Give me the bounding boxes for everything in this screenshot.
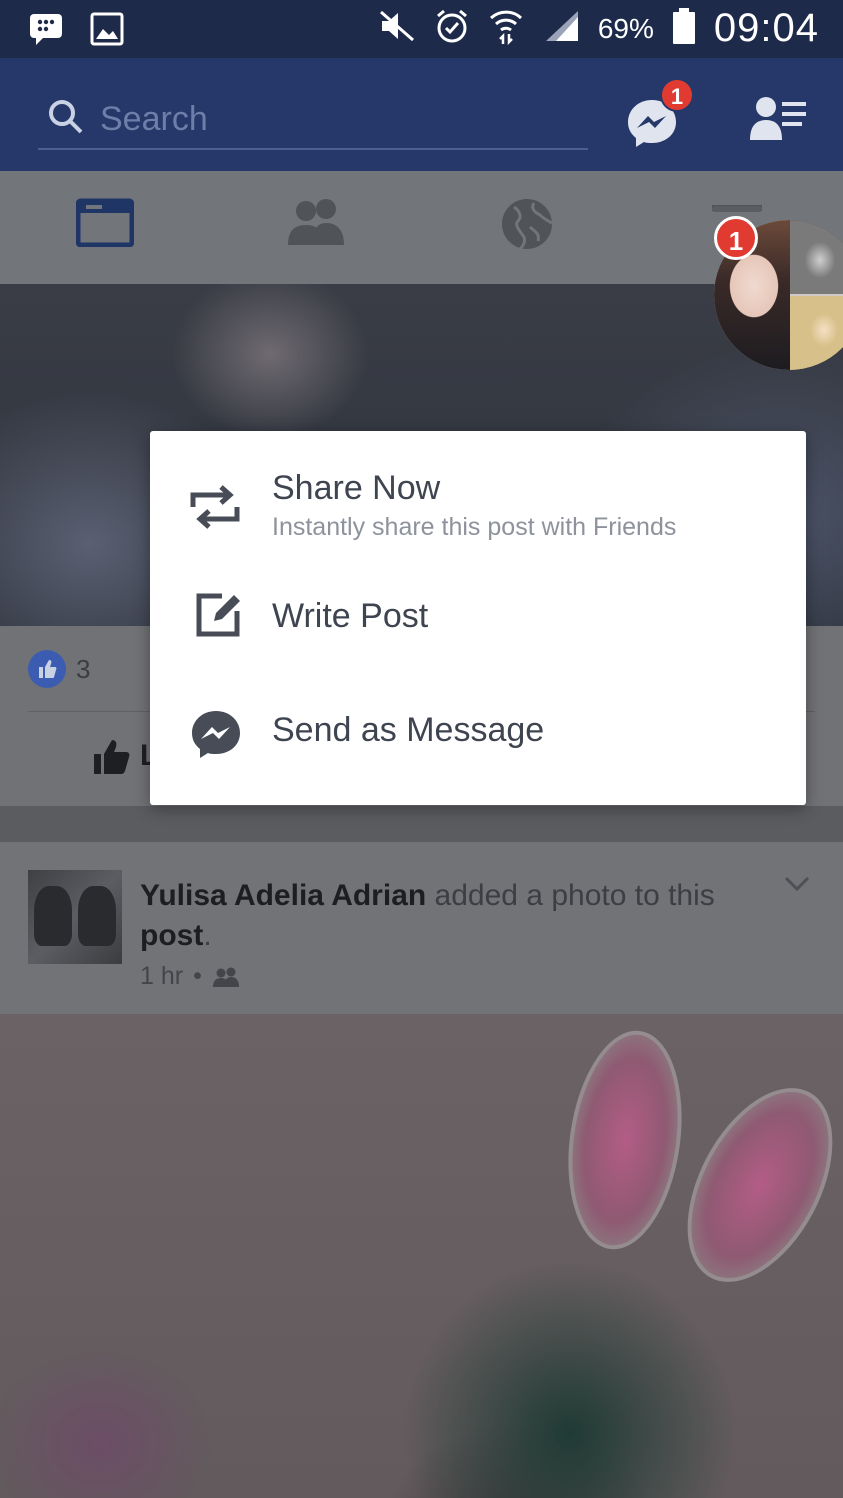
clock: 09:04 [713,6,819,50]
feed-post: Yulisa Adelia Adrian added a photo to th… [0,842,843,1014]
chevron-down-icon [784,876,810,892]
search-icon [48,99,84,140]
facebook-screen: 69% 09:04 Search 1 3 Yulisa Adelia Adria… [0,0,843,1498]
friends-icon [288,199,344,245]
edit-icon [196,593,240,637]
globe-icon [502,199,553,251]
post-headline: Yulisa Adelia Adrian added a photo to th… [140,876,760,956]
news-feed-icon [75,198,135,248]
send-as-message-title: Send as Message [272,711,545,749]
audience-friends-icon [212,967,239,987]
alarm-icon [434,8,470,49]
write-post-title: Write Post [272,597,429,635]
search-placeholder: Search [100,99,208,138]
send-as-message-option[interactable]: Send as Message [150,673,806,805]
tab-news-feed[interactable] [75,197,135,252]
status-bar: 69% 09:04 [0,0,843,58]
post-options-button[interactable] [784,876,810,897]
battery-percent: 69% [597,12,654,44]
share-now-title: Share Now [272,469,441,507]
bbm-icon [28,12,64,51]
avatar[interactable] [28,870,122,964]
post-meta: 1 hr • [140,962,240,991]
post-action-text: added a photo to this [434,879,715,912]
battery-icon [672,7,696,50]
app-header: Search 1 [0,58,843,171]
write-post-option[interactable]: Write Post [150,559,806,673]
share-now-subtitle: Instantly share this post with Friends [272,513,677,541]
messenger-icon [192,711,240,758]
tab-notifications[interactable] [500,197,554,256]
meta-separator: • [193,962,202,990]
feed-separator [0,806,843,842]
share-now-option[interactable]: Share Now Instantly share this post with… [150,431,806,559]
post-punctuation: . [203,919,212,952]
tab-friend-requests[interactable] [286,197,346,252]
wifi-icon [488,6,524,51]
signal-icon [542,9,580,48]
thumbs-up-icon [94,740,130,774]
chat-head-photo-3 [790,296,843,370]
post-time[interactable]: 1 hr [140,962,183,991]
share-dialog: Share Now Instantly share this post with… [150,431,806,805]
friend-list-button[interactable] [750,96,808,145]
post-object-link[interactable]: post [140,919,203,952]
messenger-badge: 1 [660,78,694,112]
messenger-button[interactable]: 1 [626,78,694,153]
post-author[interactable]: Yulisa Adelia Adrian [140,879,426,912]
mute-icon [378,9,416,48]
like-reaction-icon [28,650,66,688]
gallery-icon [90,12,124,51]
like-button[interactable]: L [92,736,158,776]
friend-list-icon [750,97,806,140]
chat-head-photo-2 [790,220,843,294]
like-count[interactable]: 3 [76,654,90,685]
chat-head-shadow-bar [712,206,762,212]
chat-head-badge: 1 [714,216,758,260]
share-repeat-icon [190,485,240,529]
search-bar[interactable]: Search [38,90,588,150]
